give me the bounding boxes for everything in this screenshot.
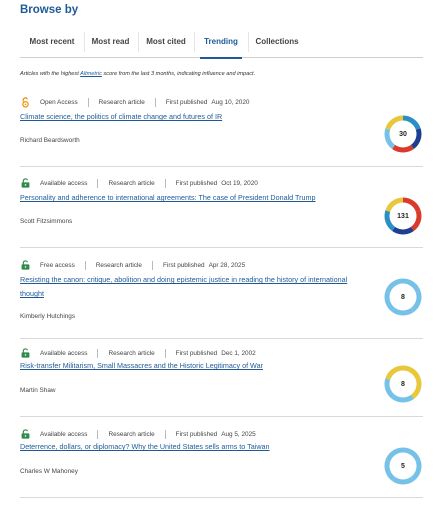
trending-note: Articles with the highest Altmetric scor… xyxy=(20,71,255,77)
altmetric-score: 8 xyxy=(401,293,405,301)
altmetric-badge[interactable]: 8 xyxy=(383,364,423,404)
altmetric-badge[interactable]: 30 xyxy=(383,114,423,154)
article-meta: Open Access Research article First publish… xyxy=(20,96,249,108)
published-date: Dec 1, 2002 xyxy=(221,349,256,357)
article-author: Kimberly Hutchings xyxy=(20,313,76,320)
article-title-link[interactable]: Risk-transfer Militarism, Small Massacre… xyxy=(20,359,372,373)
meta-divider xyxy=(154,97,156,107)
published-date: Oct 19, 2020 xyxy=(221,179,258,187)
article-author: Charles W Mahoney xyxy=(20,468,78,475)
article-meta: Available access Research article First pu… xyxy=(20,177,258,189)
altmetric-score: 30 xyxy=(399,130,407,138)
article-meta: Available access Research article First pu… xyxy=(20,347,256,359)
tab-divider xyxy=(248,32,249,52)
article-title-link[interactable]: Resisting the canon: critique, abolition… xyxy=(20,273,372,301)
altmetric-link[interactable]: Altmetric xyxy=(80,71,102,77)
article-title-link[interactable]: Climate science, the politics of climate… xyxy=(20,110,372,124)
meta-divider xyxy=(164,429,166,439)
tab-most-recent[interactable]: Most recent xyxy=(28,32,76,58)
tab-most-cited[interactable]: Most cited xyxy=(145,32,187,58)
article-type: Research article xyxy=(95,261,142,269)
article-item: Free access Research article First publish… xyxy=(20,259,423,339)
meta-divider xyxy=(84,260,86,270)
first-published-label: First published xyxy=(175,179,218,187)
first-published-label: First published xyxy=(175,349,218,357)
open-access-icon xyxy=(20,96,30,108)
article-author: Richard Beardsworth xyxy=(20,137,80,144)
article-meta: Free access Research article First publish… xyxy=(20,259,245,271)
altmetric-badge[interactable]: 8 xyxy=(383,277,423,317)
note-text-after: score from the last 3 months, indicating… xyxy=(101,71,256,77)
altmetric-score: 8 xyxy=(401,380,405,388)
first-published-label: First published xyxy=(175,430,218,438)
note-text-before: Articles with the highest xyxy=(20,71,81,77)
article-item: Available access Research article First pu… xyxy=(20,347,423,417)
access-label: Available access xyxy=(40,179,88,187)
article-type: Research article xyxy=(108,349,155,357)
article-title-link[interactable]: Personality and adherence to internation… xyxy=(20,191,372,205)
meta-divider xyxy=(164,178,166,188)
meta-divider xyxy=(87,97,89,107)
altmetric-score: 5 xyxy=(401,462,405,470)
tab-divider xyxy=(194,32,195,52)
meta-divider xyxy=(97,178,99,188)
first-published-label: First published xyxy=(163,261,205,269)
meta-divider xyxy=(164,348,166,358)
altmetric-score: 131 xyxy=(397,212,409,220)
meta-divider xyxy=(152,260,153,270)
article-type: Research article xyxy=(108,179,155,187)
browse-tabs: Most recent Most read Most cited Trendin… xyxy=(20,32,423,59)
unlocked-icon xyxy=(20,348,30,358)
published-date: Apr 28, 2025 xyxy=(208,261,246,269)
altmetric-badge[interactable]: 131 xyxy=(383,196,423,236)
meta-divider xyxy=(97,348,99,358)
browse-title: Browse by xyxy=(20,4,79,16)
tab-most-read[interactable]: Most read xyxy=(90,32,131,58)
tab-trending[interactable]: Trending xyxy=(200,32,242,59)
article-type: Research article xyxy=(98,98,145,106)
article-item: Available access Research article First pu… xyxy=(20,428,423,498)
article-type: Research article xyxy=(108,430,155,438)
access-label: Open Access xyxy=(40,98,78,106)
unlocked-icon xyxy=(20,178,30,188)
tab-divider xyxy=(84,32,85,52)
unlocked-icon xyxy=(20,260,30,270)
altmetric-badge[interactable]: 5 xyxy=(383,446,423,486)
tab-divider xyxy=(138,32,139,52)
unlocked-icon xyxy=(20,429,30,439)
published-date: Aug 10, 2020 xyxy=(211,98,250,106)
access-label: Available access xyxy=(40,430,88,438)
article-item: Available access Research article First pu… xyxy=(20,177,423,248)
article-item: Open Access Research article First publish… xyxy=(20,96,423,167)
article-title-link[interactable]: Deterrence, dollars, or diplomacy? Why t… xyxy=(20,440,372,454)
article-author: Scott Fitzsimmons xyxy=(20,218,73,225)
article-author: Martin Shaw xyxy=(20,387,56,394)
access-label: Free access xyxy=(40,261,75,269)
first-published-label: First published xyxy=(165,98,208,106)
published-date: Aug 5, 2025 xyxy=(221,430,256,438)
meta-divider xyxy=(97,429,99,439)
article-meta: Available access Research article First pu… xyxy=(20,428,256,440)
access-label: Available access xyxy=(40,349,88,357)
tab-collections[interactable]: Collections xyxy=(254,32,300,58)
